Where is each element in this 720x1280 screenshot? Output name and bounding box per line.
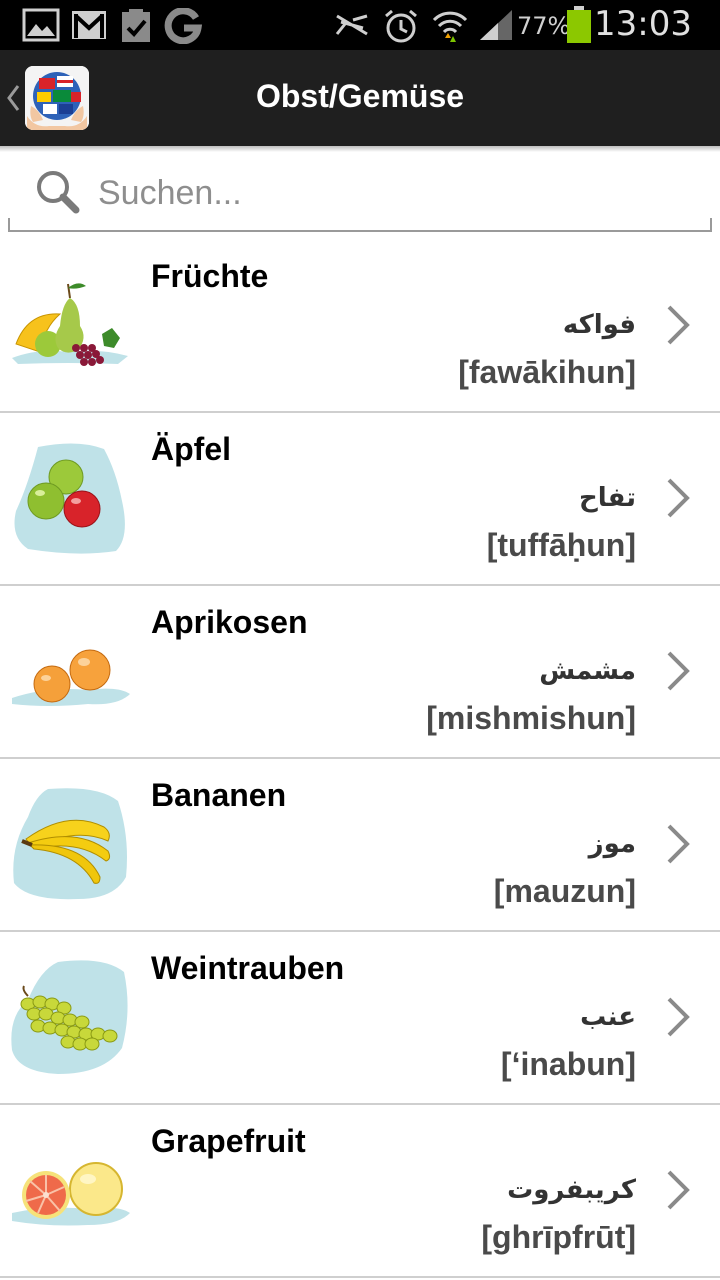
wifi-icon [432, 11, 468, 42]
transliteration: [mauzun] [493, 873, 636, 909]
transliteration: [‘inabun] [500, 1046, 636, 1082]
search-underline-right [710, 218, 712, 232]
mute-icon [335, 14, 368, 36]
battery-icon [567, 6, 591, 43]
arabic-word: فواكه [562, 310, 636, 340]
transliteration: [ghrīpfrūt] [481, 1219, 636, 1255]
chevron-right-icon [667, 824, 690, 864]
signal-icon [480, 10, 512, 40]
transliteration: [mishmishun] [426, 700, 636, 736]
clock: 13:03 [594, 4, 692, 44]
search-icon [37, 171, 80, 214]
battery-percent: 77% [517, 12, 571, 40]
search-bar [8, 154, 712, 232]
chevron-right-icon [667, 478, 690, 518]
list-item[interactable]: Bananen موز [mauzun] [0, 759, 720, 932]
alarm-icon [385, 9, 417, 43]
list-item[interactable]: Aprikosen مشمش [mishmishun] [0, 586, 720, 759]
german-word: Äpfel [151, 431, 231, 467]
grapefruit-icon [12, 1162, 130, 1226]
apricots-icon [12, 649, 130, 706]
bananas-icon [13, 788, 127, 900]
status-bar: 77% 13:03 [0, 0, 720, 50]
apples-icon [14, 443, 125, 554]
list-item[interactable]: Früchte فواكه [fawākihun] [0, 240, 720, 413]
german-word: Bananen [151, 777, 287, 813]
list-item[interactable]: Äpfel تفاح [tuffāḥun] [0, 413, 720, 586]
arabic-word: مشمش [539, 656, 636, 686]
google-icon [164, 8, 203, 44]
list-item[interactable]: Weintrauben عنب [‘inabun] [0, 932, 720, 1105]
arabic-word: كريبفروت [507, 1175, 636, 1205]
chevron-right-icon [667, 1170, 690, 1210]
action-bar-shadow [0, 146, 720, 152]
list-item[interactable]: Grapefruit كريبفروت [ghrīpfrūt] [0, 1105, 720, 1278]
german-word: Früchte [151, 258, 269, 294]
grapes-icon [11, 960, 128, 1074]
transliteration: [fawākihun] [458, 354, 636, 390]
arabic-word: عنب [580, 1002, 636, 1032]
vocabulary-list: Früchte فواكه [fawākihun] Äpfel تفاح [tu… [0, 240, 720, 1278]
arabic-word: تفاح [579, 483, 636, 513]
german-word: Weintrauben [151, 950, 345, 986]
gmail-icon [72, 11, 106, 39]
page-title: Obst/Gemüse [255, 78, 465, 114]
transliteration: [tuffāḥun] [486, 527, 636, 563]
clipboard-icon [122, 9, 150, 42]
german-word: Aprikosen [151, 604, 308, 640]
gallery-icon [22, 8, 60, 42]
arabic-word: موز [588, 829, 636, 859]
action-bar: Obst/Gemüse [0, 50, 720, 146]
search-underline-left [8, 218, 10, 232]
chevron-right-icon [667, 305, 690, 345]
mixed-fruit-icon [12, 283, 128, 366]
german-word: Grapefruit [151, 1123, 306, 1159]
chevron-right-icon [667, 997, 690, 1037]
chevron-right-icon [667, 651, 690, 691]
search-input[interactable] [96, 168, 700, 218]
